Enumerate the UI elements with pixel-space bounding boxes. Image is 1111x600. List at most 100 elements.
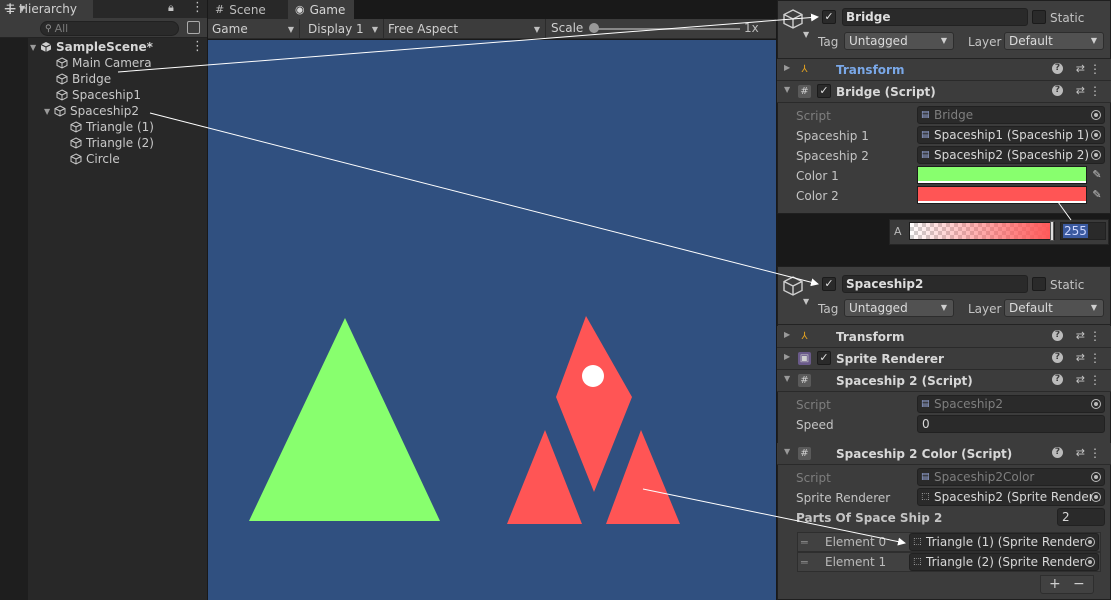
script-field: ▤ Bridge [917, 106, 1105, 124]
component-sprite-renderer[interactable]: ▶ ▣ ✓ Sprite Renderer ? ⇄ ⋮ [777, 348, 1111, 370]
object-name-field[interactable]: Bridge [842, 8, 1028, 26]
active-checkbox[interactable]: ✓ [822, 277, 836, 291]
active-checkbox[interactable]: ✓ [822, 10, 836, 24]
help-icon[interactable]: ? [1052, 85, 1063, 96]
chevron-down-icon[interactable]: ▼ [19, 4, 25, 13]
presets-icon[interactable]: ⇄ [1076, 84, 1085, 97]
object-picker-icon[interactable] [1085, 537, 1095, 547]
help-icon[interactable]: ? [1052, 374, 1063, 385]
hierarchy-item-bridge[interactable]: Bridge [56, 71, 111, 87]
scale-slider-track[interactable] [590, 28, 740, 30]
sprite-renderer-field[interactable]: ⬚ Spaceship2 (Sprite Rendere [917, 488, 1105, 506]
hierarchy-search-input[interactable]: ⚲ All [40, 21, 179, 36]
spaceship2-field[interactable]: ▤ Spaceship2 (Spaceship 2) [917, 146, 1105, 164]
kebab-menu-icon[interactable]: ⋮ [1089, 84, 1101, 98]
expand-arrow-icon[interactable]: ▶ [784, 63, 790, 72]
add-element-button[interactable]: + [1049, 576, 1061, 592]
red-triangle-1 [507, 430, 582, 524]
presets-icon[interactable]: ⇄ [1076, 329, 1085, 342]
presets-icon[interactable]: ⇄ [1076, 62, 1085, 75]
chevron-down-icon: ▼ [533, 24, 540, 34]
kebab-menu-icon[interactable]: ⋮ [1089, 62, 1101, 76]
tag-dropdown[interactable]: Untagged ▼ [844, 32, 954, 50]
static-checkbox[interactable] [1032, 277, 1046, 291]
alpha-gradient-slider[interactable] [909, 222, 1055, 240]
help-icon[interactable]: ? [1052, 447, 1063, 458]
tab-game[interactable]: ◉ Game [288, 0, 354, 19]
expand-arrow-icon[interactable]: ▼ [784, 374, 790, 383]
component-enabled-checkbox[interactable]: ✓ [817, 351, 831, 365]
hierarchy-item-spaceship2[interactable]: ▼ Spaceship2 [44, 103, 139, 119]
parts-count-field[interactable]: 2 [1057, 508, 1105, 526]
static-checkbox[interactable] [1032, 10, 1046, 24]
tab-scene[interactable]: # Scene [208, 0, 288, 19]
color2-swatch[interactable] [917, 186, 1087, 204]
filter-icon[interactable] [187, 21, 200, 34]
kebab-menu-icon[interactable]: ⋮ [1089, 329, 1101, 343]
object-picker-icon[interactable] [1091, 130, 1101, 140]
kebab-menu-icon[interactable]: ⋮ [1089, 373, 1101, 387]
help-icon[interactable]: ? [1052, 63, 1063, 74]
object-picker-icon[interactable] [1091, 492, 1101, 502]
component-bridge-script[interactable]: ▼ # ✓ Bridge (Script) ? ⇄ ⋮ [777, 81, 1111, 103]
drag-handle-icon[interactable]: ═ [801, 556, 808, 569]
remove-element-button[interactable]: − [1073, 576, 1085, 592]
chevron-down-icon: ▼ [1090, 303, 1097, 312]
display-dropdown[interactable]: Display 1 ▼ [304, 19, 384, 39]
object-picker-icon[interactable] [1091, 150, 1101, 160]
expand-arrow-icon[interactable]: ▼ [44, 107, 54, 116]
scene-row[interactable]: ▼ SampleScene* [30, 39, 153, 55]
component-enabled-checkbox[interactable]: ✓ [817, 84, 831, 98]
gameobject-cube-icon [70, 121, 82, 133]
chevron-down-icon: ▼ [940, 303, 947, 312]
hierarchy-item-triangle-2[interactable]: Triangle (2) [70, 135, 154, 151]
scale-slider-handle[interactable] [589, 23, 599, 33]
view-mode-dropdown[interactable]: Game ▼ [208, 19, 300, 39]
kebab-menu-icon[interactable]: ⋮ [1089, 446, 1101, 460]
object-name-field[interactable]: Spaceship2 [842, 275, 1028, 293]
presets-icon[interactable]: ⇄ [1076, 446, 1085, 459]
color1-swatch[interactable] [917, 166, 1087, 184]
spaceship1-field[interactable]: ▤ Spaceship1 (Spaceship 1) [917, 126, 1105, 144]
eyedropper-icon[interactable]: ✎ [1089, 187, 1105, 203]
gameobject-cube-icon [70, 153, 82, 165]
element-1-field[interactable]: ⬚ Triangle (2) (Sprite Rendere [909, 553, 1099, 571]
expand-arrow-icon[interactable]: ▼ [784, 85, 790, 94]
object-picker-icon[interactable] [1085, 557, 1095, 567]
hierarchy-item-circle[interactable]: Circle [70, 151, 120, 167]
alpha-slider-handle[interactable] [1050, 221, 1054, 241]
expand-arrow-icon[interactable]: ▶ [784, 352, 790, 361]
help-icon[interactable]: ? [1052, 352, 1063, 363]
component-spaceship2-script[interactable]: ▼ # Spaceship 2 (Script) ? ⇄ ⋮ [777, 370, 1111, 392]
hierarchy-item-spaceship1[interactable]: Spaceship1 [56, 87, 141, 103]
aspect-dropdown[interactable]: Free Aspect ▼ [384, 19, 546, 39]
gameobject-cube-icon [70, 137, 82, 149]
eyedropper-icon[interactable]: ✎ [1089, 167, 1105, 183]
chevron-down-icon[interactable]: ▼ [803, 297, 809, 306]
alpha-value-field[interactable]: 255 [1060, 222, 1106, 240]
help-icon[interactable]: ? [1052, 330, 1063, 341]
layer-dropdown[interactable]: Default ▼ [1004, 299, 1104, 317]
speed-field[interactable]: 0 [917, 415, 1105, 433]
drag-handle-icon[interactable]: ═ [801, 536, 808, 549]
presets-icon[interactable]: ⇄ [1076, 373, 1085, 386]
tag-dropdown[interactable]: Untagged ▼ [844, 299, 954, 317]
element-label: Element 0 [825, 535, 887, 549]
kebab-menu-icon[interactable]: ⋮ [1089, 351, 1101, 365]
component-transform[interactable]: ▶ ⅄ Transform ? ⇄ ⋮ [777, 59, 1111, 81]
hierarchy-item-triangle-1[interactable]: Triangle (1) [70, 119, 154, 135]
chevron-down-icon[interactable]: ▼ [803, 30, 809, 39]
component-transform[interactable]: ▶ ⅄ Transform ? ⇄ ⋮ [777, 326, 1111, 348]
expand-arrow-icon[interactable]: ▶ [784, 330, 790, 339]
hierarchy-item-main-camera[interactable]: Main Camera [56, 55, 152, 71]
expand-arrow-icon[interactable]: ▼ [784, 447, 790, 456]
expand-arrow-icon[interactable]: ▼ [30, 43, 40, 52]
scene-kebab-icon[interactable]: ⋮ [191, 39, 204, 54]
component-spaceship2-color-script[interactable]: ▼ # Spaceship 2 Color (Script) ? ⇄ ⋮ [777, 443, 1111, 465]
kebab-menu-icon[interactable]: ⋮ [191, 0, 204, 15]
add-object-button[interactable]: + [3, 0, 17, 19]
layer-dropdown[interactable]: Default ▼ [1004, 32, 1104, 50]
presets-icon[interactable]: ⇄ [1076, 351, 1085, 364]
lock-icon[interactable]: 🔒︎ [168, 1, 174, 15]
element-0-field[interactable]: ⬚ Triangle (1) (Sprite Rendere [909, 533, 1099, 551]
